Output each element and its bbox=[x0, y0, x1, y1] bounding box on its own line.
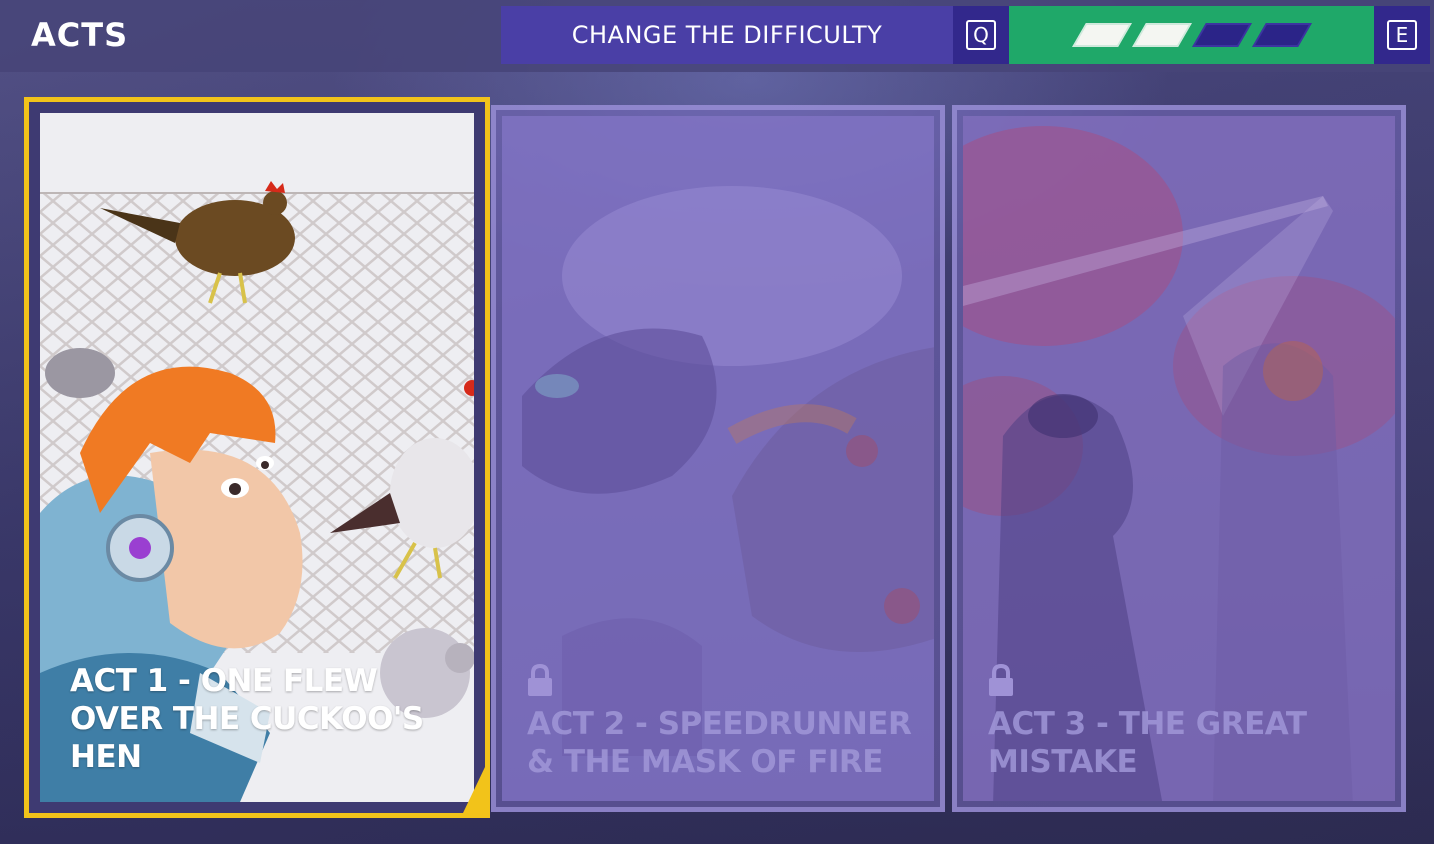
act-2-artwork: ACT 2 - SPEEDRUNNER & THE MASK OF FIRE bbox=[502, 116, 934, 801]
difficulty-selector: CHANGE THE DIFFICULTY Q E bbox=[501, 6, 1431, 64]
difficulty-pip bbox=[1191, 23, 1252, 47]
increase-difficulty-button[interactable]: E bbox=[1374, 6, 1430, 64]
difficulty-pip bbox=[1131, 23, 1192, 47]
selected-corner-marker bbox=[463, 767, 485, 813]
act-3-illustration bbox=[963, 116, 1395, 801]
top-bar: ACTS CHANGE THE DIFFICULTY Q E bbox=[0, 0, 1434, 72]
lock-icon bbox=[989, 663, 1013, 696]
difficulty-meter bbox=[1009, 6, 1374, 64]
act-card-1[interactable]: ACT 1 - ONE FLEW OVER THE CUCKOO'S HEN bbox=[24, 97, 490, 818]
lock-icon bbox=[528, 663, 552, 696]
act-2-title: ACT 2 - SPEEDRUNNER & THE MASK OF FIRE bbox=[527, 706, 912, 780]
page-title: ACTS bbox=[31, 16, 129, 54]
difficulty-pip bbox=[1071, 23, 1132, 47]
e-key-icon: E bbox=[1387, 20, 1417, 50]
difficulty-label: CHANGE THE DIFFICULTY bbox=[501, 6, 953, 64]
act-2-illustration bbox=[502, 116, 934, 801]
act-card-3[interactable]: ACT 3 - THE GREAT MISTAKE bbox=[952, 105, 1406, 812]
act-card-2[interactable]: ACT 2 - SPEEDRUNNER & THE MASK OF FIRE bbox=[491, 105, 945, 812]
q-key-icon: Q bbox=[966, 20, 996, 50]
act-1-title: ACT 1 - ONE FLEW OVER THE CUCKOO'S HEN bbox=[70, 663, 424, 775]
act-3-artwork: ACT 3 - THE GREAT MISTAKE bbox=[963, 116, 1395, 801]
act-1-artwork: ACT 1 - ONE FLEW OVER THE CUCKOO'S HEN bbox=[40, 113, 474, 802]
decrease-difficulty-button[interactable]: Q bbox=[953, 6, 1009, 64]
difficulty-pip bbox=[1251, 23, 1312, 47]
act-3-title: ACT 3 - THE GREAT MISTAKE bbox=[988, 706, 1307, 780]
